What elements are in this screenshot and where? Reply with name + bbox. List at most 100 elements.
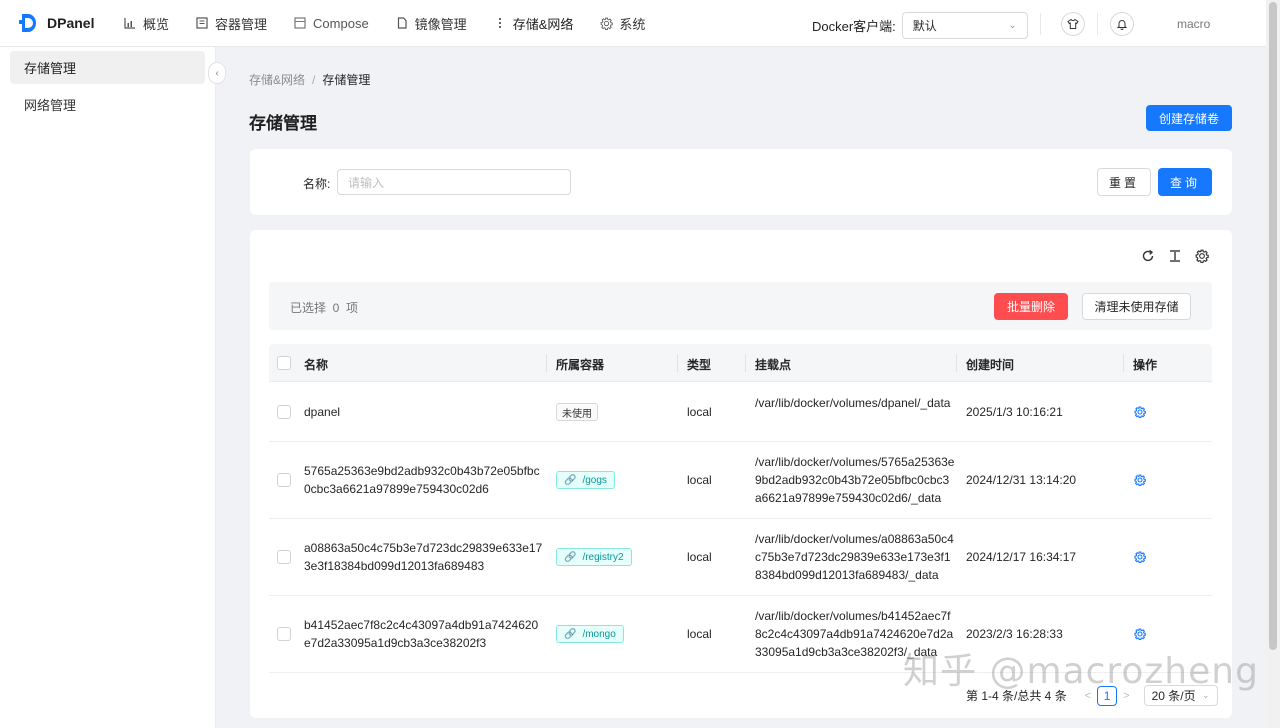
notification-button[interactable] xyxy=(1110,12,1134,36)
row-settings-icon[interactable] xyxy=(1133,405,1147,419)
nav-label: Compose xyxy=(313,15,369,31)
batch-delete-button[interactable]: 批量删除 xyxy=(994,293,1068,320)
nav-image-management[interactable]: 镜像管理 xyxy=(382,0,480,46)
breadcrumb-parent[interactable]: 存储&网络 xyxy=(249,73,305,87)
nav-label: 容器管理 xyxy=(215,16,268,32)
theme-button[interactable] xyxy=(1061,12,1085,36)
pagination: 第 1-4 条/总共 4 条 < 1 > 20 条/页 ⌄ xyxy=(966,685,1218,706)
volume-created-time: 2024/12/31 13:14:20 xyxy=(966,473,1077,487)
row-checkbox[interactable] xyxy=(277,473,291,487)
volume-type: local xyxy=(687,473,712,487)
row-settings-icon[interactable] xyxy=(1133,473,1147,487)
page-number[interactable]: 1 xyxy=(1097,685,1118,706)
user-name[interactable]: macro xyxy=(1177,17,1210,31)
name-filter-input[interactable]: 请输入 xyxy=(337,169,571,195)
reset-button[interactable]: 重置 xyxy=(1097,168,1151,196)
container-tag[interactable]: 🔗 /gogs xyxy=(556,471,615,489)
select-all-checkbox[interactable] xyxy=(277,356,291,370)
nav-system[interactable]: 系统 xyxy=(586,0,658,46)
selection-count: 已选择 0 项 xyxy=(290,301,359,315)
compose-icon xyxy=(293,16,307,30)
link-icon: 🔗 xyxy=(564,628,577,640)
sidebar-item-label: 存储管理 xyxy=(24,61,77,76)
column-header-container[interactable]: 所属容器 xyxy=(556,356,604,373)
column-header-mount[interactable]: 挂载点 xyxy=(755,356,791,373)
next-page-icon[interactable]: > xyxy=(1123,690,1129,702)
docker-client-select[interactable]: 默认 ⌄ xyxy=(901,12,1028,39)
column-height-icon[interactable] xyxy=(1167,248,1183,264)
nav-overview[interactable]: 概览 xyxy=(110,0,182,46)
header-divider xyxy=(1097,13,1098,35)
nav-storage-network[interactable]: 存储&网络 xyxy=(480,0,587,46)
column-header-action: 操作 xyxy=(1133,358,1158,372)
selection-bar: 已选择 0 项 批量删除 清理未使用存储 xyxy=(269,282,1212,330)
volume-created-time: 2024/12/17 16:34:17 xyxy=(966,550,1077,564)
app-logo[interactable]: DPanel xyxy=(18,12,110,34)
container-tag[interactable]: 🔗 /registry2 xyxy=(556,548,632,566)
volume-mountpoint: /var/lib/docker/volumes/dpanel/_data xyxy=(755,396,951,410)
link-icon: 🔗 xyxy=(564,474,577,486)
nav-container-management[interactable]: 容器管理 xyxy=(182,0,280,46)
breadcrumb: 存储&网络 / 存储管理 xyxy=(249,71,370,88)
prune-unused-button[interactable]: 清理未使用存储 xyxy=(1082,293,1191,320)
chevron-down-icon: ⌄ xyxy=(1202,690,1210,700)
table-row: b41452aec7f8c2c4c43097a4db91a7424620e7d2… xyxy=(269,596,1212,673)
settings-icon[interactable] xyxy=(1194,248,1210,264)
table-row: 5765a25363e9bd2adb932c0b43b72e05bfbc0cbc… xyxy=(269,442,1212,519)
create-volume-button[interactable]: 创建存储卷 xyxy=(1146,105,1232,131)
column-divider xyxy=(546,354,547,372)
row-settings-icon[interactable] xyxy=(1133,627,1147,641)
sidebar-collapse-button[interactable]: ‹ xyxy=(208,62,226,84)
file-icon xyxy=(395,16,409,30)
volume-created-time: 2023/2/3 16:28:33 xyxy=(966,627,1063,641)
header-divider xyxy=(1040,13,1041,35)
row-checkbox[interactable] xyxy=(277,550,291,564)
column-divider xyxy=(745,354,746,372)
container-tag-label: /registry2 xyxy=(582,551,624,563)
column-header-type[interactable]: 类型 xyxy=(687,356,711,373)
row-checkbox[interactable] xyxy=(277,627,291,641)
volume-name: a08863a50c4c75b3e7d723dc29839e633e173e3f… xyxy=(304,541,543,573)
breadcrumb-current: 存储管理 xyxy=(322,73,371,87)
scrollbar-thumb[interactable] xyxy=(1269,2,1277,650)
table-row: dpanel 未使用 local /var/lib/docker/volumes… xyxy=(269,382,1212,442)
column-header-name[interactable]: 名称 xyxy=(304,356,328,373)
sidebar-item-storage[interactable]: 存储管理 xyxy=(10,51,205,84)
nav-label: 概览 xyxy=(143,16,170,32)
query-button[interactable]: 查询 xyxy=(1158,168,1212,196)
sidebar-item-network[interactable]: 网络管理 xyxy=(10,88,205,121)
container-tag-label: /mongo xyxy=(582,628,616,640)
container-tag[interactable]: 🔗 /mongo xyxy=(556,625,624,643)
refresh-icon[interactable] xyxy=(1140,248,1156,264)
container-tag-label: /gogs xyxy=(582,474,607,486)
docker-client-label: Docker客户端: xyxy=(812,19,896,34)
app-name: DPanel xyxy=(47,15,95,31)
page-scrollbar[interactable] xyxy=(1266,0,1280,728)
page-size-value: 20 条/页 xyxy=(1151,689,1196,703)
gear-icon xyxy=(599,16,613,30)
shirt-icon xyxy=(1067,18,1079,29)
pagination-total: 第 1-4 条/总共 4 条 xyxy=(966,689,1067,703)
page-size-select[interactable]: 20 条/页 ⌄ xyxy=(1143,685,1218,706)
page-title: 存储管理 xyxy=(249,114,317,133)
prev-page-icon[interactable]: < xyxy=(1085,690,1091,702)
nav-compose[interactable]: Compose xyxy=(280,0,382,46)
column-divider xyxy=(956,354,957,372)
container-tag-unused: 未使用 xyxy=(556,403,598,421)
volume-table-panel: 已选择 0 项 批量删除 清理未使用存储 名称 所属容器 类型 挂载点 创建时间… xyxy=(250,230,1232,718)
chevron-left-icon: ‹ xyxy=(215,67,219,79)
more-vertical-icon xyxy=(493,16,507,30)
main-nav: 概览 容器管理 Compose 镜像管理 存储&网络 系统 xyxy=(110,0,658,46)
container-icon xyxy=(195,16,209,30)
column-header-created[interactable]: 创建时间 xyxy=(966,356,1014,373)
breadcrumb-separator: / xyxy=(312,73,316,87)
volume-type: local xyxy=(687,627,712,641)
bell-icon xyxy=(1116,20,1128,30)
row-settings-icon[interactable] xyxy=(1133,550,1147,564)
search-panel: 名称: 请输入 重置 查询 xyxy=(250,149,1232,215)
row-checkbox[interactable] xyxy=(277,405,291,419)
nav-label: 存储&网络 xyxy=(512,16,574,32)
volume-mountpoint: /var/lib/docker/volumes/b41452aec7f8c2c4… xyxy=(755,609,954,659)
volume-name: b41452aec7f8c2c4c43097a4db91a7424620e7d2… xyxy=(304,618,539,650)
table-header: 名称 所属容器 类型 挂载点 创建时间 操作 xyxy=(269,344,1212,382)
